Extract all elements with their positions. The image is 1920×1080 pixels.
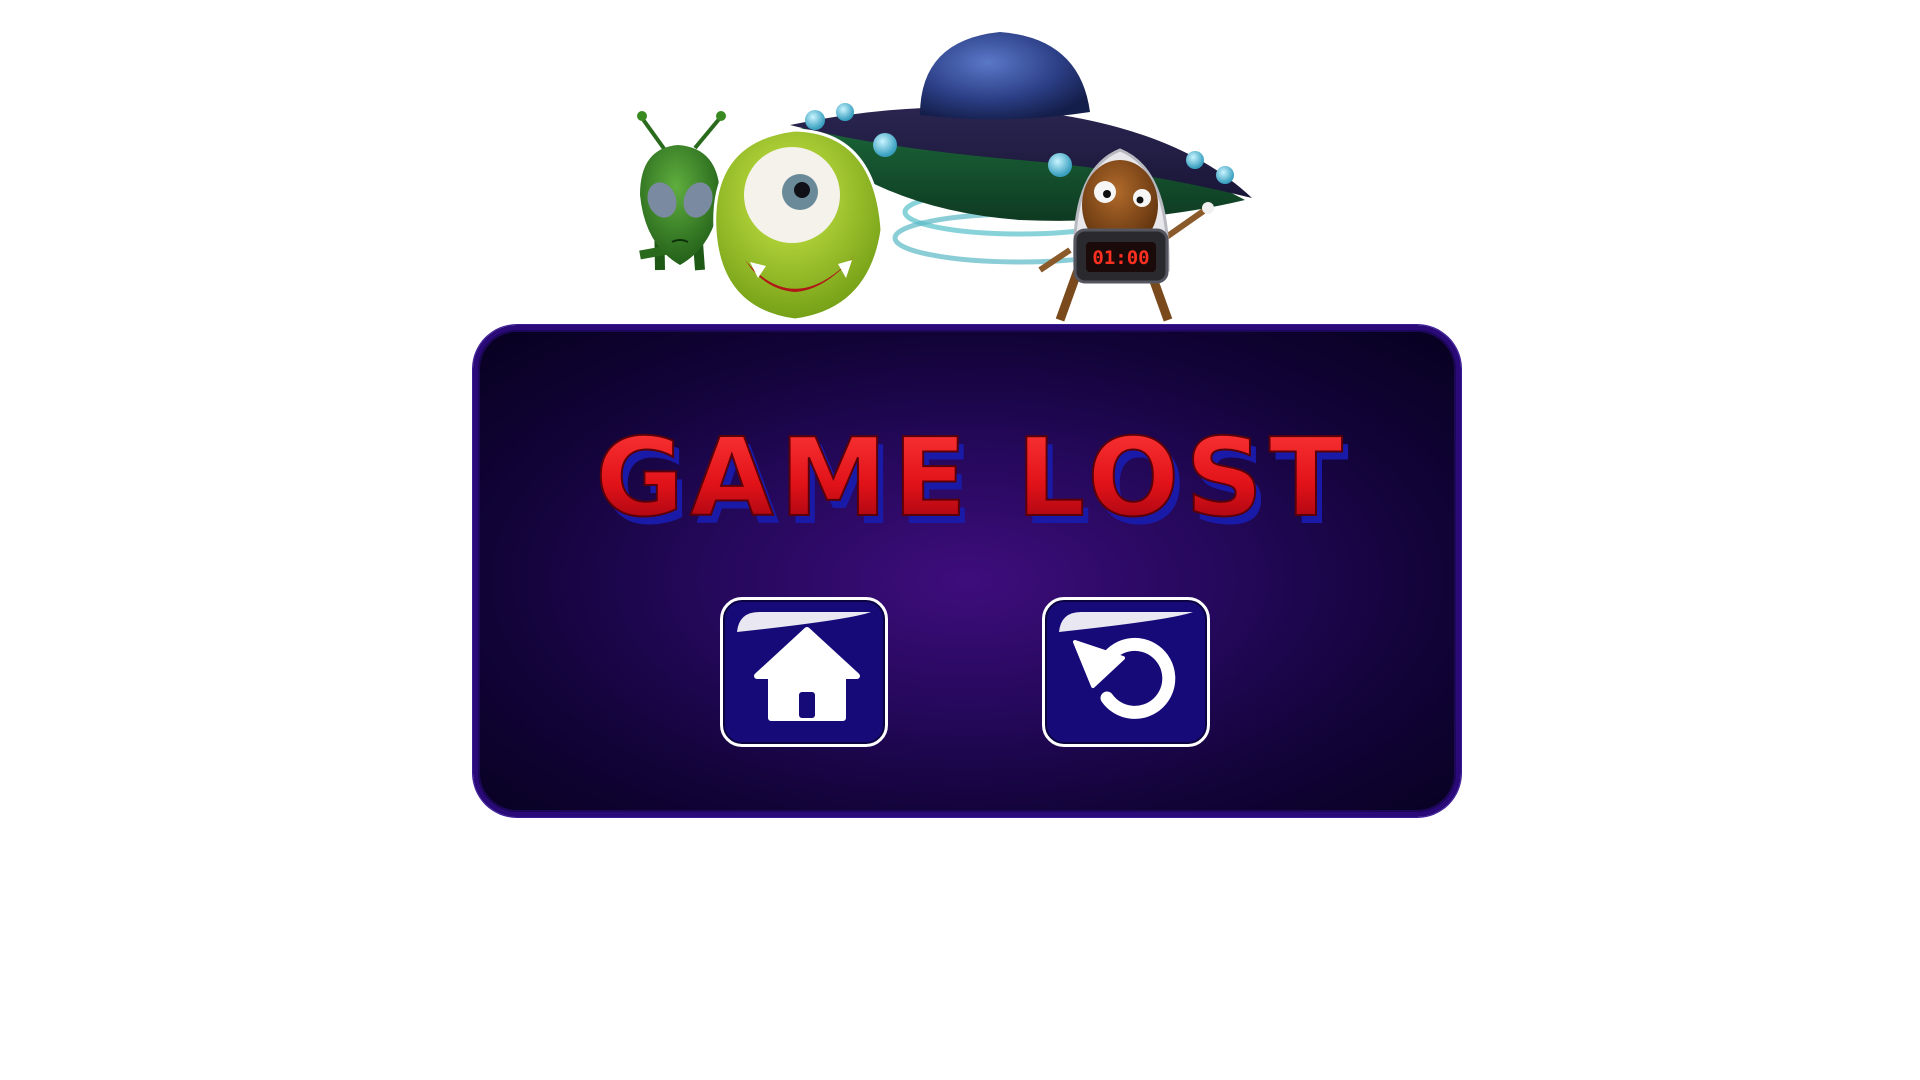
one-eyed-monster bbox=[713, 128, 884, 322]
game-lost-title: GAME LOST GAME LOST bbox=[594, 415, 1348, 549]
characters-artwork: 01:00 bbox=[637, 32, 1252, 322]
game-lost-panel: GAME LOST GAME LOST bbox=[473, 325, 1461, 817]
timer-readout: 01:00 bbox=[1092, 247, 1149, 269]
title-text: GAME LOST bbox=[595, 416, 1348, 541]
game-lost-screen: 01:00 GAME LOST GAME LOST bbox=[0, 0, 1920, 1080]
home-icon bbox=[754, 627, 860, 721]
restart-button[interactable] bbox=[1042, 597, 1210, 747]
green-alien bbox=[637, 111, 726, 271]
home-button[interactable] bbox=[720, 597, 888, 747]
restart-icon bbox=[1073, 637, 1176, 719]
